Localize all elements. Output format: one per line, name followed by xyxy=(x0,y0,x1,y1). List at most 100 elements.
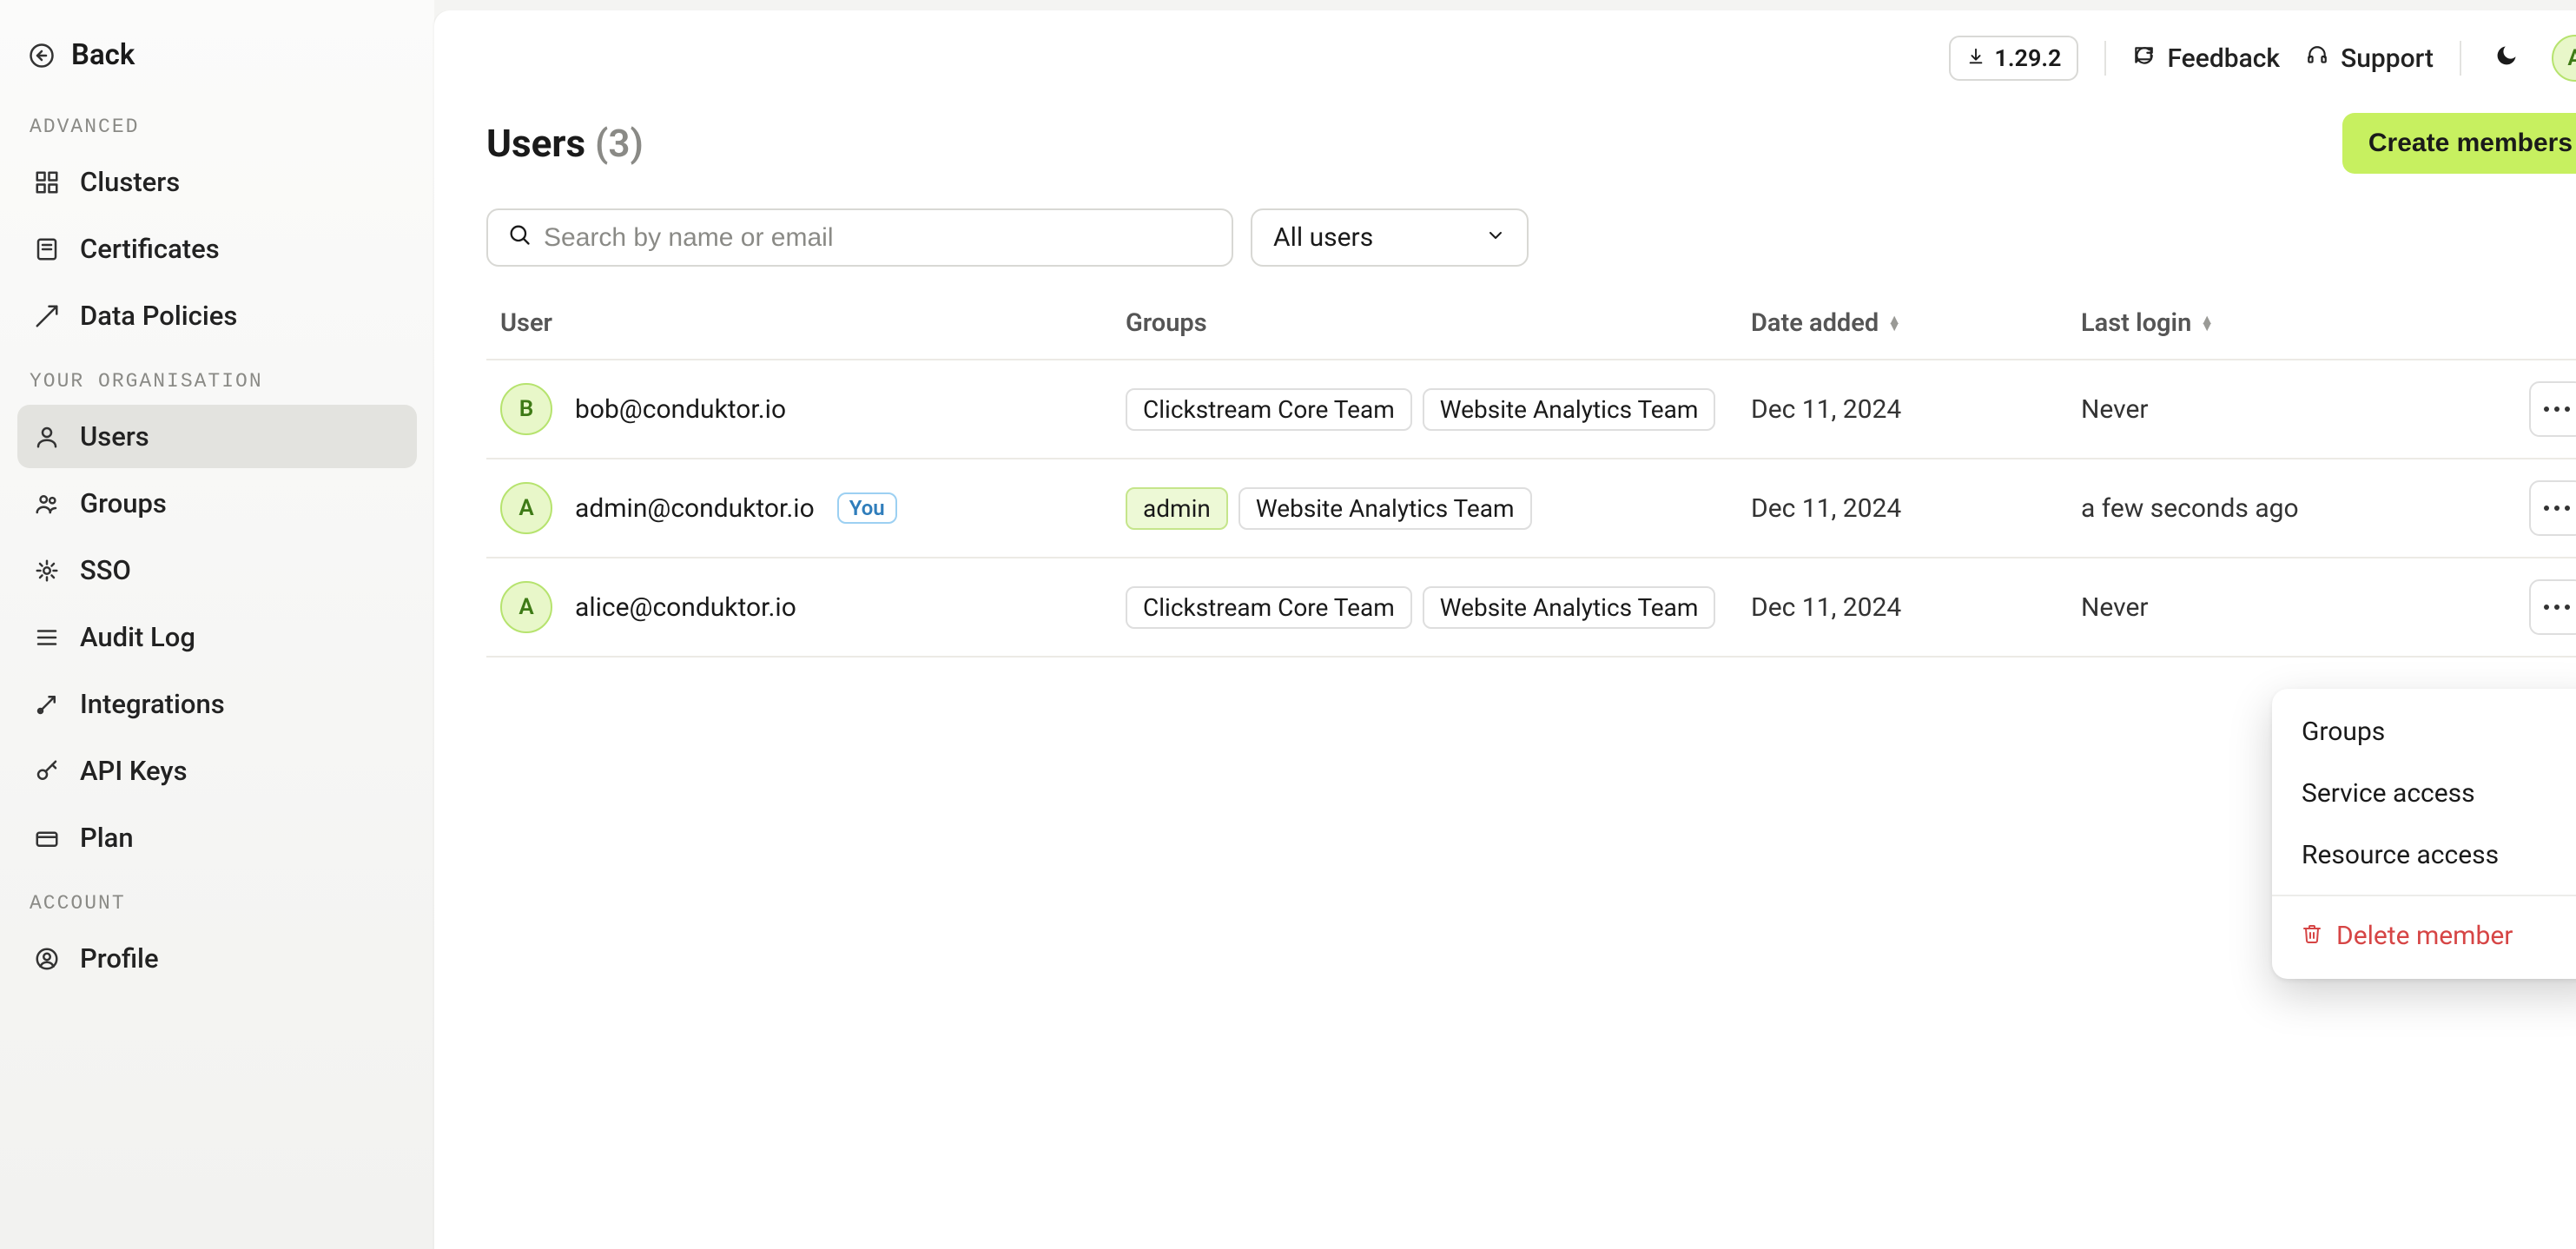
col-user: User xyxy=(500,308,1126,338)
user-email: alice@conduktor.io xyxy=(575,592,796,623)
group-tag-admin: admin xyxy=(1126,487,1228,530)
section-label-account: ACCOUNT xyxy=(17,873,417,923)
search-icon xyxy=(507,222,532,253)
dots-icon xyxy=(2544,605,2549,610)
trash-icon xyxy=(2302,921,2322,951)
sidebar-item-groups[interactable]: Groups xyxy=(17,472,417,535)
group-tag: Website Analytics Team xyxy=(1238,487,1532,530)
version-text: 1.29.2 xyxy=(1994,44,2061,72)
auditlog-icon xyxy=(33,624,61,651)
groups-cell: Clickstream Core Team Website Analytics … xyxy=(1126,586,1751,629)
col-date-added[interactable]: Date added ▲▼ xyxy=(1751,308,2081,338)
page-title-text: Users xyxy=(486,121,585,166)
menu-item-delete-label: Delete member xyxy=(2336,921,2513,951)
sort-icon: ▲▼ xyxy=(1887,316,1901,330)
col-groups: Groups xyxy=(1126,308,1751,338)
row-actions-button[interactable] xyxy=(2529,579,2576,635)
theme-toggle[interactable] xyxy=(2487,39,2526,77)
sidebar-item-label: Clusters xyxy=(80,166,180,198)
support-icon xyxy=(2306,43,2328,74)
sidebar: Back ADVANCED Clusters Certificates Data… xyxy=(0,0,434,1249)
section-label-org: YOUR ORGANISATION xyxy=(17,351,417,401)
user-cell: A admin@conduktor.io You xyxy=(500,482,1126,534)
feedback-link[interactable]: Feedback xyxy=(2132,43,2280,74)
moon-icon xyxy=(2494,43,2519,74)
sidebar-item-label: SSO xyxy=(80,554,131,586)
sidebar-item-label: Groups xyxy=(80,487,167,519)
col-actions xyxy=(2480,308,2576,338)
avatar: A xyxy=(500,482,552,534)
create-members-button[interactable]: Create members xyxy=(2342,113,2576,174)
topbar-avatar[interactable]: A xyxy=(2552,35,2576,82)
menu-item-groups[interactable]: Groups xyxy=(2272,701,2576,763)
section-label-advanced: ADVANCED xyxy=(17,96,417,147)
sidebar-item-label: Plan xyxy=(80,822,134,854)
group-tag: Website Analytics Team xyxy=(1423,388,1716,431)
sidebar-item-integrations[interactable]: Integrations xyxy=(17,672,417,736)
sso-icon xyxy=(33,557,61,585)
col-last-login[interactable]: Last login ▲▼ xyxy=(2081,308,2480,338)
sidebar-item-label: Integrations xyxy=(80,688,225,720)
groups-icon xyxy=(33,490,61,518)
sidebar-item-users[interactable]: Users xyxy=(17,405,417,468)
data-policies-icon xyxy=(33,302,61,330)
dots-icon xyxy=(2544,406,2549,412)
page-user-count: (3) xyxy=(595,121,644,166)
user-email: bob@conduktor.io xyxy=(575,394,786,425)
date-added-cell: Dec 11, 2024 xyxy=(1751,592,2081,623)
last-login-cell: a few seconds ago xyxy=(2081,493,2480,524)
table-row: A alice@conduktor.io Clickstream Core Te… xyxy=(486,558,2576,658)
clusters-icon xyxy=(33,169,61,196)
page-title: Users (3) xyxy=(486,121,644,166)
feedback-icon xyxy=(2132,43,2155,74)
support-label: Support xyxy=(2341,43,2434,74)
select-value: All users xyxy=(1273,222,1373,253)
date-added-cell: Dec 11, 2024 xyxy=(1751,394,2081,425)
divider xyxy=(2104,41,2106,76)
group-tag: Clickstream Core Team xyxy=(1126,586,1412,629)
sidebar-item-plan[interactable]: Plan xyxy=(17,806,417,869)
avatar-initial: B xyxy=(519,396,534,422)
menu-item-service-access[interactable]: Service access xyxy=(2272,763,2576,824)
menu-item-delete-member[interactable]: Delete member xyxy=(2272,905,2576,967)
page-header: Users (3) Create members xyxy=(434,92,2576,208)
last-login-cell: Never xyxy=(2081,394,2480,425)
sidebar-item-profile[interactable]: Profile xyxy=(17,927,417,990)
topbar: 1.29.2 Feedback Support A xyxy=(434,10,2576,92)
avatar-initial: A xyxy=(519,594,533,620)
row-actions-button[interactable] xyxy=(2529,480,2576,536)
version-button[interactable]: 1.29.2 xyxy=(1949,36,2078,81)
download-icon xyxy=(1966,44,1985,72)
profile-icon xyxy=(33,945,61,973)
sidebar-item-certificates[interactable]: Certificates xyxy=(17,217,417,281)
main-panel: 1.29.2 Feedback Support A Users xyxy=(434,10,2576,1249)
avatar: B xyxy=(500,383,552,435)
sidebar-item-clusters[interactable]: Clusters xyxy=(17,150,417,214)
integrations-icon xyxy=(33,691,61,718)
user-icon xyxy=(33,423,61,451)
groups-cell: Clickstream Core Team Website Analytics … xyxy=(1126,388,1751,431)
back-button[interactable]: Back xyxy=(17,31,417,93)
sidebar-item-label: Profile xyxy=(80,942,159,975)
sidebar-item-apikeys[interactable]: API Keys xyxy=(17,739,417,803)
sidebar-item-datapolicies[interactable]: Data Policies xyxy=(17,284,417,347)
menu-item-resource-access[interactable]: Resource access xyxy=(2272,824,2576,886)
sidebar-item-label: Data Policies xyxy=(80,300,237,332)
table-row: B bob@conduktor.io Clickstream Core Team… xyxy=(486,360,2576,459)
search-input-wrap[interactable] xyxy=(486,208,1233,267)
sidebar-item-auditlog[interactable]: Audit Log xyxy=(17,605,417,669)
support-link[interactable]: Support xyxy=(2306,43,2434,74)
user-filter-select[interactable]: All users xyxy=(1251,208,1529,267)
avatar: A xyxy=(500,581,552,633)
avatar-initial: A xyxy=(2567,45,2576,71)
sidebar-item-label: API Keys xyxy=(80,755,188,787)
sidebar-item-label: Audit Log xyxy=(80,621,195,653)
sidebar-item-sso[interactable]: SSO xyxy=(17,539,417,602)
apikeys-icon xyxy=(33,757,61,785)
dots-icon xyxy=(2544,506,2549,511)
group-tag: Clickstream Core Team xyxy=(1126,388,1412,431)
row-actions-button[interactable] xyxy=(2529,381,2576,437)
search-input[interactable] xyxy=(544,223,1212,253)
divider xyxy=(2460,41,2461,76)
filters-row: All users xyxy=(434,208,2576,291)
